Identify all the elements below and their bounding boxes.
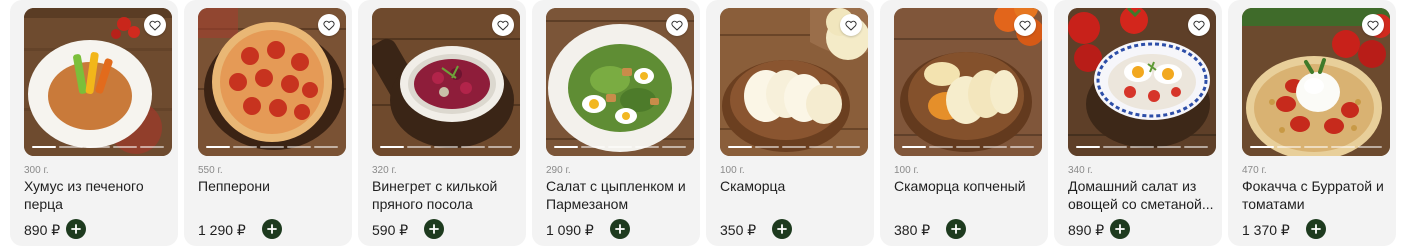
product-price: 890 ₽ <box>1068 222 1105 238</box>
product-weight: 470 г. <box>1242 165 1267 176</box>
product-price: 890 ₽ <box>24 222 61 238</box>
image-pager <box>1250 146 1382 148</box>
product-weight: 290 г. <box>546 165 571 176</box>
product-name[interactable]: Салат с цыпленком и Пармезаном <box>546 177 696 213</box>
product-card[interactable]: 320 г. Винегрет с килькой пряного посола… <box>358 0 526 246</box>
favorite-button[interactable] <box>1014 14 1036 36</box>
add-to-cart-button[interactable] <box>610 219 630 239</box>
product-price: 1 090 ₽ <box>546 222 594 238</box>
favorite-button[interactable] <box>1188 14 1210 36</box>
product-name[interactable]: Пепперони <box>198 177 348 195</box>
add-to-cart-button[interactable] <box>1110 219 1130 239</box>
product-photo[interactable] <box>1242 8 1390 156</box>
product-weight: 100 г. <box>720 165 745 176</box>
plus-icon <box>951 224 961 234</box>
product-card[interactable]: 100 г. Скаморца копченый 380 ₽ <box>880 0 1048 246</box>
product-card[interactable]: 550 г. Пепперони 1 290 ₽ <box>184 0 352 246</box>
heart-icon <box>1019 20 1031 31</box>
image-pager <box>1076 146 1208 148</box>
product-name[interactable]: Скаморца <box>720 177 870 195</box>
add-to-cart-button[interactable] <box>66 219 86 239</box>
product-photo[interactable] <box>372 8 520 156</box>
product-card[interactable]: 100 г. Скаморца 350 ₽ <box>706 0 874 246</box>
product-price: 380 ₽ <box>894 222 931 238</box>
favorite-button[interactable] <box>666 14 688 36</box>
product-photo[interactable] <box>24 8 172 156</box>
heart-icon <box>149 20 161 31</box>
plus-icon <box>267 224 277 234</box>
favorite-button[interactable] <box>318 14 340 36</box>
favorite-button[interactable] <box>144 14 166 36</box>
heart-icon <box>497 20 509 31</box>
image-pager <box>380 146 512 148</box>
heart-icon <box>1193 20 1205 31</box>
image-pager <box>728 146 860 148</box>
product-photo[interactable] <box>198 8 346 156</box>
image-pager <box>206 146 338 148</box>
product-name[interactable]: Хумус из печеного перца <box>24 177 174 213</box>
heart-icon <box>323 20 335 31</box>
heart-icon <box>845 20 857 31</box>
favorite-button[interactable] <box>1362 14 1384 36</box>
plus-icon <box>1115 224 1125 234</box>
product-card[interactable]: 340 г. Домашний салат из овощей со смета… <box>1054 0 1222 246</box>
product-weight: 320 г. <box>372 165 397 176</box>
product-price: 1 290 ₽ <box>198 222 246 238</box>
product-card[interactable]: 300 г. Хумус из печеного перца 890 ₽ <box>10 0 178 246</box>
product-price: 350 ₽ <box>720 222 757 238</box>
product-weight: 100 г. <box>894 165 919 176</box>
favorite-button[interactable] <box>840 14 862 36</box>
favorite-button[interactable] <box>492 14 514 36</box>
heart-icon <box>671 20 683 31</box>
product-photo[interactable] <box>894 8 1042 156</box>
product-weight: 550 г. <box>198 165 223 176</box>
product-name[interactable]: Фокачча с Бурратой и томатами <box>1242 177 1392 213</box>
product-price: 1 370 ₽ <box>1242 222 1290 238</box>
add-to-cart-button[interactable] <box>946 219 966 239</box>
product-name[interactable]: Винегрет с килькой пряного посола <box>372 177 522 213</box>
plus-icon <box>615 224 625 234</box>
heart-icon <box>1367 20 1379 31</box>
image-pager <box>32 146 164 148</box>
product-photo[interactable] <box>720 8 868 156</box>
image-pager <box>554 146 686 148</box>
product-name[interactable]: Домашний салат из овощей со сметаной... <box>1068 177 1218 213</box>
add-to-cart-button[interactable] <box>424 219 444 239</box>
product-weight: 340 г. <box>1068 165 1093 176</box>
product-name[interactable]: Скаморца копченый <box>894 177 1044 195</box>
product-card[interactable]: 470 г. Фокачча с Бурратой и томатами 1 3… <box>1228 0 1396 246</box>
plus-icon <box>71 224 81 234</box>
product-photo[interactable] <box>1068 8 1216 156</box>
plus-icon <box>777 224 787 234</box>
add-to-cart-button[interactable] <box>262 219 282 239</box>
plus-icon <box>429 224 439 234</box>
add-to-cart-button[interactable] <box>1306 219 1326 239</box>
product-card[interactable]: 290 г. Салат с цыпленком и Пармезаном 1 … <box>532 0 700 246</box>
image-pager <box>902 146 1034 148</box>
add-to-cart-button[interactable] <box>772 219 792 239</box>
product-photo[interactable] <box>546 8 694 156</box>
product-price: 590 ₽ <box>372 222 409 238</box>
plus-icon <box>1311 224 1321 234</box>
product-weight: 300 г. <box>24 165 49 176</box>
